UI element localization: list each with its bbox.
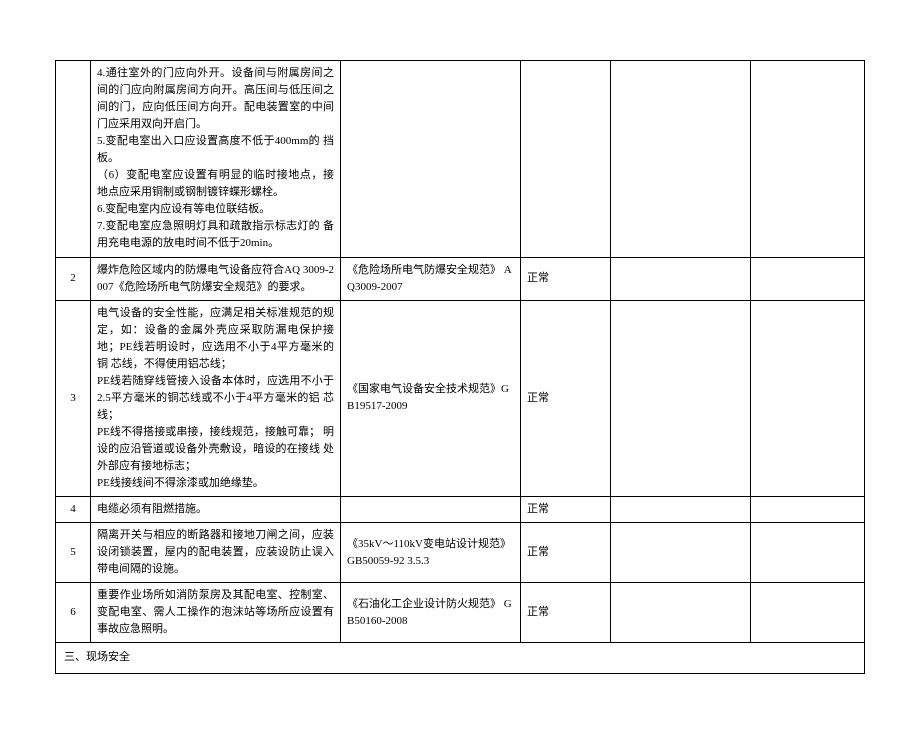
table-row: 6 重要作业场所如消防泵房及其配电室、控制室、变配电室、需人工操作的泡沫站等场所… (56, 583, 865, 643)
cell-extra1 (611, 61, 751, 258)
cell-extra1 (611, 300, 751, 497)
cell-status: 正常 (521, 583, 611, 643)
cell-ref: 《国家电气设备安全技术规范》GB19517-2009 (341, 300, 521, 497)
cell-ref: 《石油化工企业设计防火规范》 GB50160-2008 (341, 583, 521, 643)
cell-status (521, 61, 611, 258)
cell-desc: 4.通往室外的门应向外开。设备间与附属房间之间的门应向附属房间方向开。高压间与低… (91, 61, 341, 258)
cell-status: 正常 (521, 497, 611, 523)
table-row: 3 电气设备的安全性能，应满足相关标准规范的规定，如：设备的金属外壳应采取防漏电… (56, 300, 865, 497)
table-row: 4 电缆必须有阻燃措施。 正常 (56, 497, 865, 523)
table-row: 2 爆炸危险区域内的防爆电气设备应符合AQ 3009-2007《危险场所电气防爆… (56, 257, 865, 300)
cell-desc: 电缆必须有阻燃措施。 (91, 497, 341, 523)
cell-extra2 (751, 583, 865, 643)
cell-ref: 《35kV～110kV变电站设计规范》GB50059-92 3.5.3 (341, 523, 521, 583)
cell-status: 正常 (521, 523, 611, 583)
cell-desc: 电气设备的安全性能，应满足相关标准规范的规定，如：设备的金属外壳应采取防漏电保护… (91, 300, 341, 497)
table-row: 5 隔离开关与相应的断路器和接地刀闸之间，应装设闭锁装置，屋内的配电装置，应装设… (56, 523, 865, 583)
cell-extra1 (611, 523, 751, 583)
cell-desc: 重要作业场所如消防泵房及其配电室、控制室、变配电室、需人工操作的泡沫站等场所应设… (91, 583, 341, 643)
cell-num: 5 (56, 523, 91, 583)
cell-extra1 (611, 497, 751, 523)
cell-desc: 隔离开关与相应的断路器和接地刀闸之间，应装设闭锁装置，屋内的配电装置，应装设防止… (91, 523, 341, 583)
cell-extra1 (611, 583, 751, 643)
cell-num: 3 (56, 300, 91, 497)
cell-ref: 《危险场所电气防爆安全规范》 AQ3009-2007 (341, 257, 521, 300)
cell-num: 6 (56, 583, 91, 643)
cell-ref (341, 61, 521, 258)
cell-extra2 (751, 61, 865, 258)
cell-extra2 (751, 497, 865, 523)
section-footer: 三、现场安全 (56, 643, 865, 673)
inspection-table: 4.通往室外的门应向外开。设备间与附属房间之间的门应向附属房间方向开。高压间与低… (55, 60, 865, 674)
section-footer-row: 三、现场安全 (56, 643, 865, 673)
cell-extra1 (611, 257, 751, 300)
table-row: 4.通往室外的门应向外开。设备间与附属房间之间的门应向附属房间方向开。高压间与低… (56, 61, 865, 258)
cell-extra2 (751, 257, 865, 300)
cell-num: 4 (56, 497, 91, 523)
cell-num: 2 (56, 257, 91, 300)
cell-status: 正常 (521, 257, 611, 300)
cell-extra2 (751, 523, 865, 583)
cell-desc: 爆炸危险区域内的防爆电气设备应符合AQ 3009-2007《危险场所电气防爆安全… (91, 257, 341, 300)
cell-status: 正常 (521, 300, 611, 497)
cell-num (56, 61, 91, 258)
cell-ref (341, 497, 521, 523)
cell-extra2 (751, 300, 865, 497)
